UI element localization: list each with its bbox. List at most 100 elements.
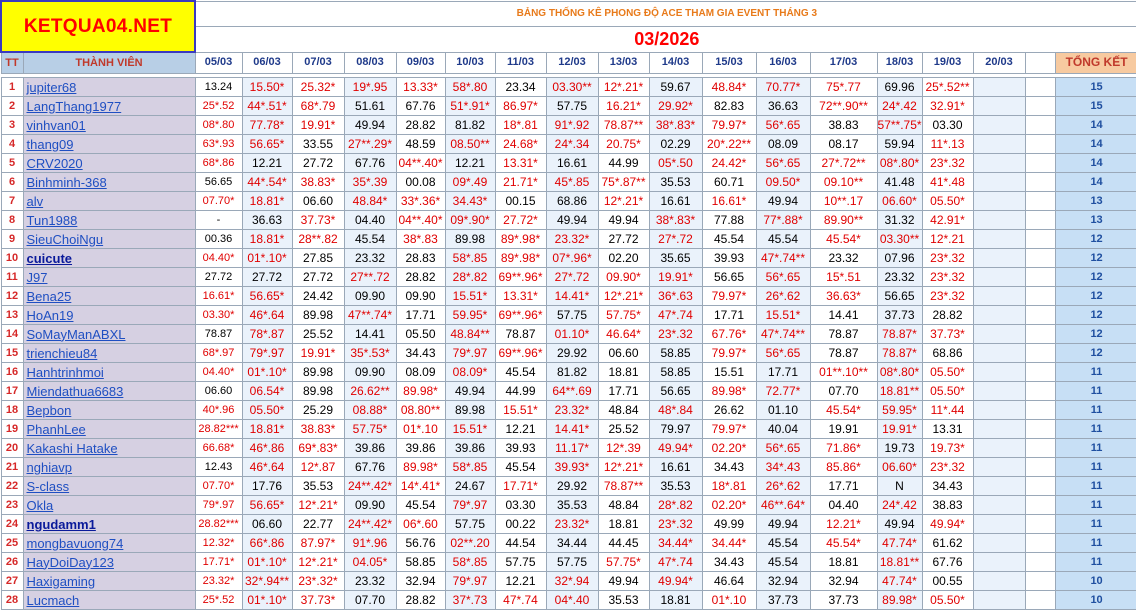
- result-cell: 58.85: [395, 552, 446, 572]
- result-cell: 27.72: [291, 267, 345, 287]
- member-name-link[interactable]: thang09: [22, 134, 196, 154]
- row-number: 15: [0, 343, 24, 363]
- result-cell: 78.87: [194, 324, 243, 344]
- member-name-link[interactable]: J97: [22, 267, 196, 287]
- row-number: 5: [0, 153, 24, 173]
- result-cell: 40*.96: [194, 400, 243, 420]
- table-row: 15 trienchieu84 68*.97 79*.97 19.91* 35*.53* 3…: [0, 343, 1136, 363]
- member-name-link[interactable]: Miendathua6683: [22, 381, 196, 401]
- result-cell: 07.70*: [194, 191, 243, 211]
- blank-cell: [1024, 400, 1056, 420]
- member-name-link[interactable]: LangThang1977: [22, 96, 196, 116]
- member-name-link[interactable]: Bena25: [22, 286, 196, 306]
- member-name-link[interactable]: jupiter68: [22, 77, 196, 97]
- member-name-link[interactable]: Binhminh-368: [22, 172, 196, 192]
- result-cell: 56.65: [648, 381, 703, 401]
- result-cell: 24*.42: [876, 96, 923, 116]
- member-name-link[interactable]: Lucmach: [22, 590, 196, 610]
- member-name-link[interactable]: Haxigaming: [22, 571, 196, 591]
- header-date: 09/03: [395, 51, 446, 74]
- result-cell: 20.75*: [597, 134, 650, 154]
- blank-cell: [1024, 571, 1056, 591]
- total-cell: 11: [1054, 476, 1136, 496]
- result-cell: 59.95*: [876, 400, 923, 420]
- result-cell: 06.60*: [876, 191, 923, 211]
- member-name-link[interactable]: alv: [22, 191, 196, 211]
- result-cell: [972, 191, 1026, 211]
- member-name-link[interactable]: HoAn19: [22, 305, 196, 325]
- result-cell: 03.30*: [194, 305, 243, 325]
- result-cell: 48.59: [395, 134, 446, 154]
- result-cell: 56*.65: [755, 438, 811, 458]
- result-cell: 24**.42*: [343, 514, 397, 534]
- row-number: 21: [0, 457, 24, 477]
- result-cell: 89.98*: [701, 381, 757, 401]
- result-cell: [972, 229, 1026, 249]
- member-name-link[interactable]: ngudamm1: [22, 514, 196, 534]
- result-cell: 06.60*: [876, 457, 923, 477]
- result-cell: 15.51*: [444, 419, 496, 439]
- total-cell: 11: [1054, 552, 1136, 572]
- total-cell: 14: [1054, 134, 1136, 154]
- result-cell: 14*.41*: [395, 476, 446, 496]
- member-name-link[interactable]: cuicute: [22, 248, 196, 268]
- member-name-link[interactable]: Tun1988: [22, 210, 196, 230]
- result-cell: 38.83*: [291, 419, 345, 439]
- result-cell: 08*.80*: [876, 362, 923, 382]
- result-cell: 69**.96*: [494, 343, 547, 363]
- blank-cell: [1024, 419, 1056, 439]
- row-number: 17: [0, 381, 24, 401]
- member-name-link[interactable]: vinhvan01: [22, 115, 196, 135]
- result-cell: [972, 457, 1026, 477]
- total-cell: 14: [1054, 153, 1136, 173]
- header-total: TỔNG KẾT: [1054, 51, 1136, 74]
- result-cell: 49.99: [701, 514, 757, 534]
- result-cell: 47*.74**: [755, 248, 811, 268]
- member-name-link[interactable]: nghiavp: [22, 457, 196, 477]
- result-cell: 36.63: [755, 96, 811, 116]
- result-cell: 26.62: [701, 400, 757, 420]
- result-cell: 12*.21*: [597, 286, 650, 306]
- result-cell: [972, 571, 1026, 591]
- member-name-link[interactable]: CRV2020: [22, 153, 196, 173]
- member-name-link[interactable]: mongbavuong74: [22, 533, 196, 553]
- member-name-link[interactable]: S-class: [22, 476, 196, 496]
- row-number: 9: [0, 229, 24, 249]
- result-cell: 27.72: [597, 229, 650, 249]
- member-name-link[interactable]: trienchieu84: [22, 343, 196, 363]
- row-number: 6: [0, 172, 24, 192]
- result-cell: 56*.65: [755, 115, 811, 135]
- result-cell: 32.94: [395, 571, 446, 591]
- result-cell: 23.32: [343, 248, 397, 268]
- member-name-link[interactable]: SieuChoiNgu: [22, 229, 196, 249]
- result-cell: 44.54: [494, 533, 547, 553]
- blank-cell: [1024, 552, 1056, 572]
- result-cell: 34.43: [395, 343, 446, 363]
- result-cell: 23*.32: [921, 248, 974, 268]
- result-cell: 28.82: [921, 305, 974, 325]
- result-cell: 78.87: [809, 324, 878, 344]
- result-cell: 49.94: [876, 514, 923, 534]
- result-cell: -: [194, 210, 243, 230]
- member-name-link[interactable]: Bepbon: [22, 400, 196, 420]
- result-cell: 21.71*: [494, 172, 547, 192]
- table-row: 11 J97 27.72 27.72 27.72 27**.72 28.82 28*.82 69…: [0, 267, 1136, 287]
- member-name-link[interactable]: PhanhLee: [22, 419, 196, 439]
- total-cell: 12: [1054, 324, 1136, 344]
- total-cell: 11: [1054, 400, 1136, 420]
- member-name-link[interactable]: HayDoiDay123: [22, 552, 196, 572]
- blank-cell: [1024, 362, 1056, 382]
- result-cell: [972, 153, 1026, 173]
- member-name-link[interactable]: Kakashi Hatake: [22, 438, 196, 458]
- table-row: 9 SieuChoiNgu 00.36 18.81* 28**.82 45.54 38*.8…: [0, 229, 1136, 249]
- member-name-link[interactable]: Hanhtrinhmoi: [22, 362, 196, 382]
- result-cell: 27*.72: [648, 229, 703, 249]
- site-logo[interactable]: KETQUA04.NET: [0, 0, 197, 53]
- result-cell: 24.42: [291, 286, 345, 306]
- member-name-link[interactable]: Okla: [22, 495, 196, 515]
- member-name-link[interactable]: SoMayManABXL: [22, 324, 196, 344]
- result-cell: 48.84: [597, 400, 650, 420]
- result-cell: 77*.88*: [755, 210, 811, 230]
- result-cell: 34.43: [701, 552, 757, 572]
- blank-cell: [1024, 267, 1056, 287]
